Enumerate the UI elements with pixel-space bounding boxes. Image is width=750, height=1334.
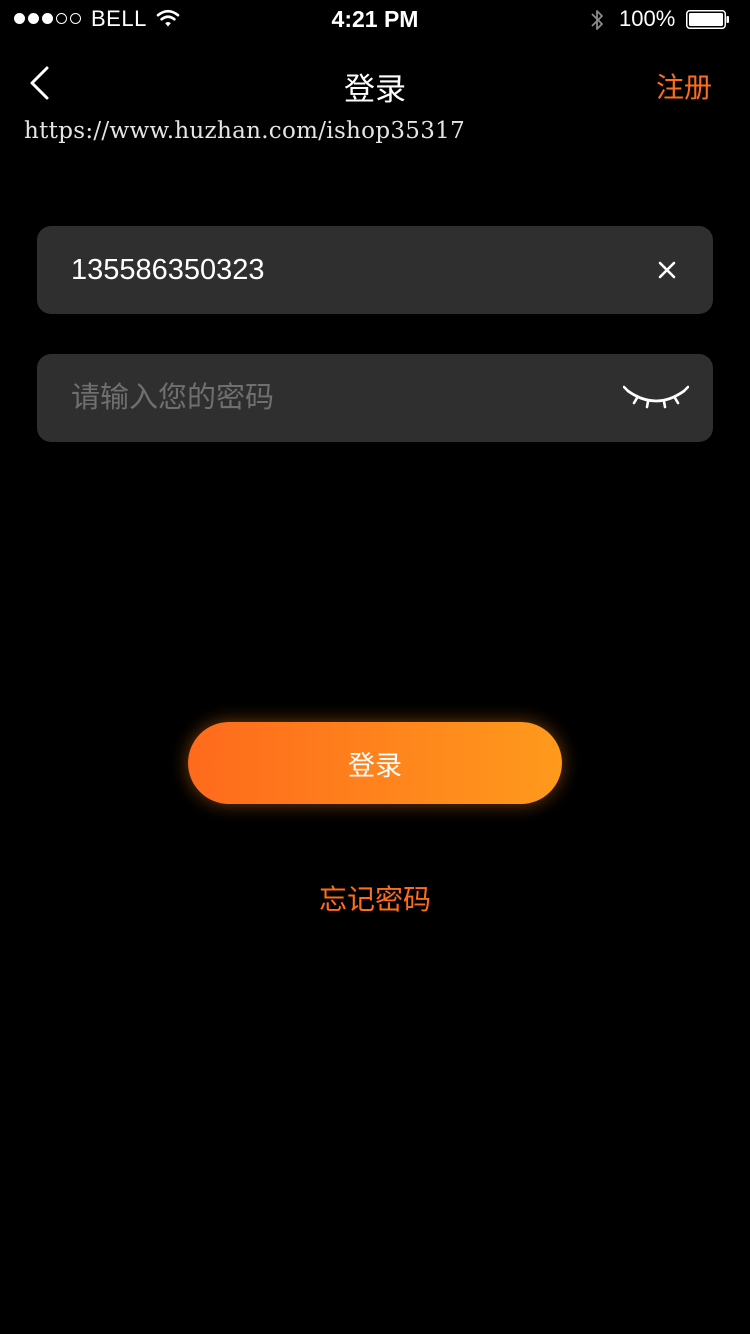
phone-field: [37, 226, 713, 314]
register-link[interactable]: 注册: [656, 66, 712, 106]
status-bar: BELL 4:21 PM 100%: [0, 0, 750, 40]
page-title: 登录: [344, 72, 406, 108]
battery-icon: [686, 10, 729, 29]
login-button[interactable]: 登录: [188, 722, 562, 804]
watermark-url: https://www.huzhan.com/ishop35317: [24, 118, 466, 144]
password-field: [37, 354, 713, 442]
battery-percentage: 100%: [619, 6, 676, 31]
password-input[interactable]: [71, 354, 611, 442]
phone-input[interactable]: [71, 226, 611, 314]
close-icon[interactable]: [655, 258, 679, 282]
forgot-password-link[interactable]: 忘记密码: [0, 878, 750, 918]
bluetooth-icon: [591, 10, 603, 30]
eye-closed-icon[interactable]: [623, 382, 689, 416]
